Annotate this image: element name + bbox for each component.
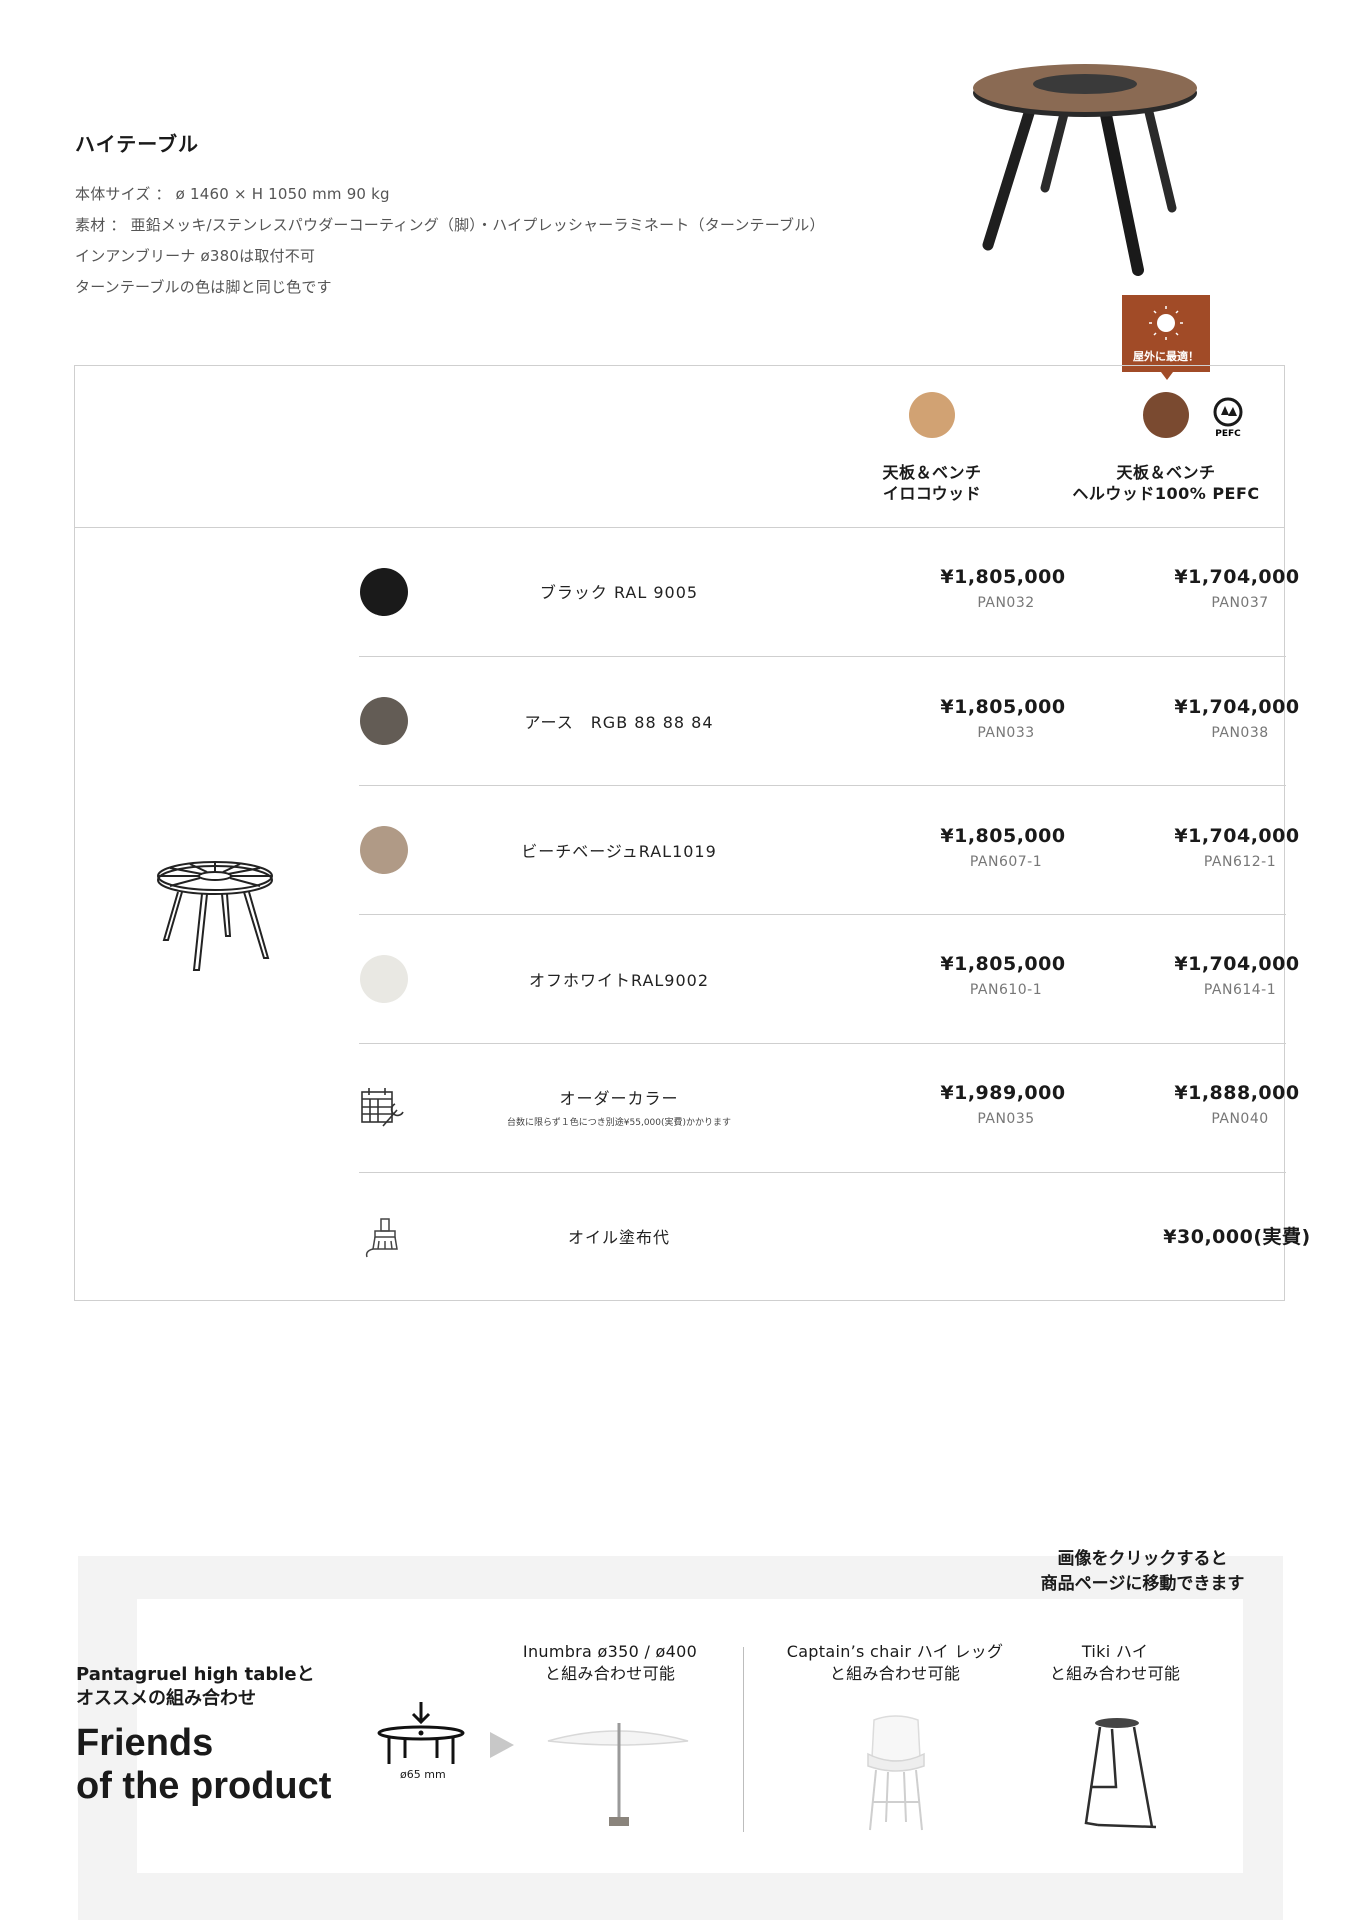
friend-captains-chair-line2: と組み合わせ可能: [829, 1664, 961, 1683]
code-iroko: PAN033: [977, 725, 1035, 741]
code-hellwood: PAN614-1: [1203, 982, 1277, 998]
play-arrow-icon: [490, 1732, 514, 1758]
code-hellwood: PAN037: [1211, 595, 1269, 611]
color-dot-earth: [360, 697, 408, 745]
color-name: アース RGB 88 88 84: [524, 713, 714, 732]
friends-subtitle-line1: Pantagruel high tableと: [76, 1664, 315, 1685]
friends-title-line2: of the product: [76, 1765, 332, 1807]
captains-chair-image[interactable]: [846, 1710, 946, 1835]
hole-diameter-label: ø65 mm: [400, 1768, 446, 1781]
high-table-photo: [973, 64, 1197, 276]
price-hellwood: ¥1,704,000: [1174, 825, 1300, 847]
table-line-drawing: [157, 861, 273, 971]
color-name: オイル塗布代: [567, 1228, 670, 1247]
price-hellwood: ¥1,704,000: [1174, 696, 1300, 718]
brush-icon: [365, 1218, 398, 1258]
table-row: ビーチベージュRAL1019 ¥1,805,000 PAN607-1 ¥1,70…: [359, 786, 1299, 915]
friend-captains-chair-label: Captain’s chair ハイ レッグ と組み合わせ可能: [775, 1641, 1015, 1685]
color-dot-off-white: [360, 955, 408, 1003]
calendar-wrench-icon: [361, 1088, 404, 1127]
section-divider: [743, 1647, 744, 1832]
code-hellwood: PAN612-1: [1203, 854, 1277, 870]
tiki-stool-image[interactable]: [1072, 1715, 1162, 1833]
price-hellwood: ¥1,888,000: [1174, 1082, 1300, 1104]
price-hellwood: ¥1,704,000: [1174, 566, 1300, 588]
price-iroko: ¥1,805,000: [940, 953, 1066, 975]
friend-inumbra-line2: と組み合わせ可能: [544, 1664, 676, 1683]
spec-size: 本体サイズ ： ø 1460 × H 1050 mm 90 kg: [75, 185, 390, 203]
friends-title: Friends of the product: [76, 1722, 331, 1808]
color-dot-beach-beige: [360, 826, 408, 874]
column-title-iroko-line1: 天板＆ベンチ: [882, 463, 982, 482]
pefc-logo-text: PEFC: [1215, 429, 1241, 439]
color-name: オーダーカラー: [559, 1089, 679, 1108]
color-dot-black: [360, 568, 408, 616]
product-title: ハイテーブル: [75, 132, 199, 156]
table-row: ブラック RAL 9005 ¥1,805,000 PAN032 ¥1,704,0…: [359, 528, 1299, 657]
column-title-iroko: 天板＆ベンチ イロコウッド: [817, 462, 1047, 504]
outdoor-badge: 屋外に最適！: [1122, 295, 1210, 380]
price-table-header: 天板＆ベンチ イロコウッド 天板＆ベンチ ヘルウッド100% PEFC PEFC: [75, 366, 1284, 528]
friend-inumbra-line1: Inumbra ø350 / ø400: [522, 1642, 698, 1661]
column-title-hellwood: 天板＆ベンチ ヘルウッド100% PEFC: [1051, 462, 1281, 504]
order-color-note: 台数に限らず１色につき別途¥55,000(実費)かかります: [506, 1118, 732, 1128]
friend-captains-chair-line1: Captain’s chair ハイ レッグ: [786, 1642, 1004, 1661]
friends-title-line1: Friends: [76, 1722, 214, 1764]
table-row: オイル塗布代 ¥30,000(実費): [359, 1173, 1310, 1302]
table-row: アース RGB 88 88 84 ¥1,805,000 PAN033 ¥1,70…: [359, 657, 1299, 786]
price-iroko: ¥1,805,000: [940, 696, 1066, 718]
friend-tiki-line2: と組み合わせ可能: [1049, 1664, 1181, 1683]
column-title-hellwood-line1: 天板＆ベンチ: [1116, 463, 1216, 482]
iroko-wood-swatch: [909, 392, 955, 438]
code-iroko: PAN032: [977, 595, 1035, 611]
pefc-logo-icon: PEFC: [1213, 397, 1243, 439]
friends-subtitle: Pantagruel high tableと オススメの組み合わせ: [76, 1663, 315, 1711]
price-iroko: ¥1,805,000: [940, 566, 1066, 588]
column-title-hellwood-line2: ヘルウッド100% PEFC: [1072, 484, 1260, 503]
spec-turntable-note: ターンテーブルの色は脚と同じ色です: [75, 278, 332, 296]
code-iroko: PAN607-1: [969, 854, 1043, 870]
click-hint: 画像をクリックすると 商品ページに移動できます: [1000, 1547, 1285, 1597]
hellwood-swatch: [1143, 392, 1189, 438]
friend-tiki-line1: Tiki ハイ: [1081, 1642, 1149, 1661]
inumbra-umbrella-image[interactable]: [543, 1713, 693, 1833]
product-intro: ハイテーブル 本体サイズ ： ø 1460 × H 1050 mm 90 kg …: [75, 128, 895, 303]
price-table: 天板＆ベンチ イロコウッド 天板＆ベンチ ヘルウッド100% PEFC PEFC…: [74, 365, 1310, 1302]
color-name: ブラック RAL 9005: [539, 583, 699, 602]
spec-umbrella-note: インアンブリーナ ø380は取付不可: [75, 247, 316, 265]
price-iroko: ¥1,805,000: [940, 825, 1066, 847]
code-iroko: PAN610-1: [969, 982, 1043, 998]
friend-tiki-label: Tiki ハイ と組み合わせ可能: [1035, 1641, 1195, 1685]
code-iroko: PAN035: [977, 1111, 1035, 1127]
table-row: オフホワイトRAL9002 ¥1,805,000 PAN610-1 ¥1,704…: [359, 915, 1299, 1044]
click-hint-line2: 商品ページに移動できます: [1040, 1574, 1245, 1594]
friends-subtitle-line2: オススメの組み合わせ: [76, 1688, 256, 1709]
spec-material: 素材 ： 亜鉛メッキ/ステンレスパウダーコーティング（脚）・ハイプレッシャーラミ…: [75, 216, 825, 234]
sun-icon: [1149, 306, 1183, 340]
column-title-iroko-line2: イロコウッド: [882, 484, 982, 503]
click-hint-line1: 画像をクリックすると: [1057, 1549, 1228, 1569]
friend-inumbra-label: Inumbra ø350 / ø400 と組み合わせ可能: [500, 1641, 720, 1685]
outdoor-badge-label: 屋外に最適！: [1133, 350, 1199, 363]
color-name: オフホワイトRAL9002: [528, 971, 710, 990]
price-hellwood: ¥1,704,000: [1174, 953, 1300, 975]
code-hellwood: PAN040: [1211, 1111, 1269, 1127]
color-name: ビーチベージュRAL1019: [521, 842, 717, 861]
table-row: オーダーカラー 台数に限らず１色につき別途¥55,000(実費)かかります ¥1…: [359, 1044, 1299, 1173]
oil-price: ¥30,000(実費): [1163, 1226, 1311, 1248]
code-hellwood: PAN038: [1211, 725, 1269, 741]
price-iroko: ¥1,989,000: [940, 1082, 1066, 1104]
